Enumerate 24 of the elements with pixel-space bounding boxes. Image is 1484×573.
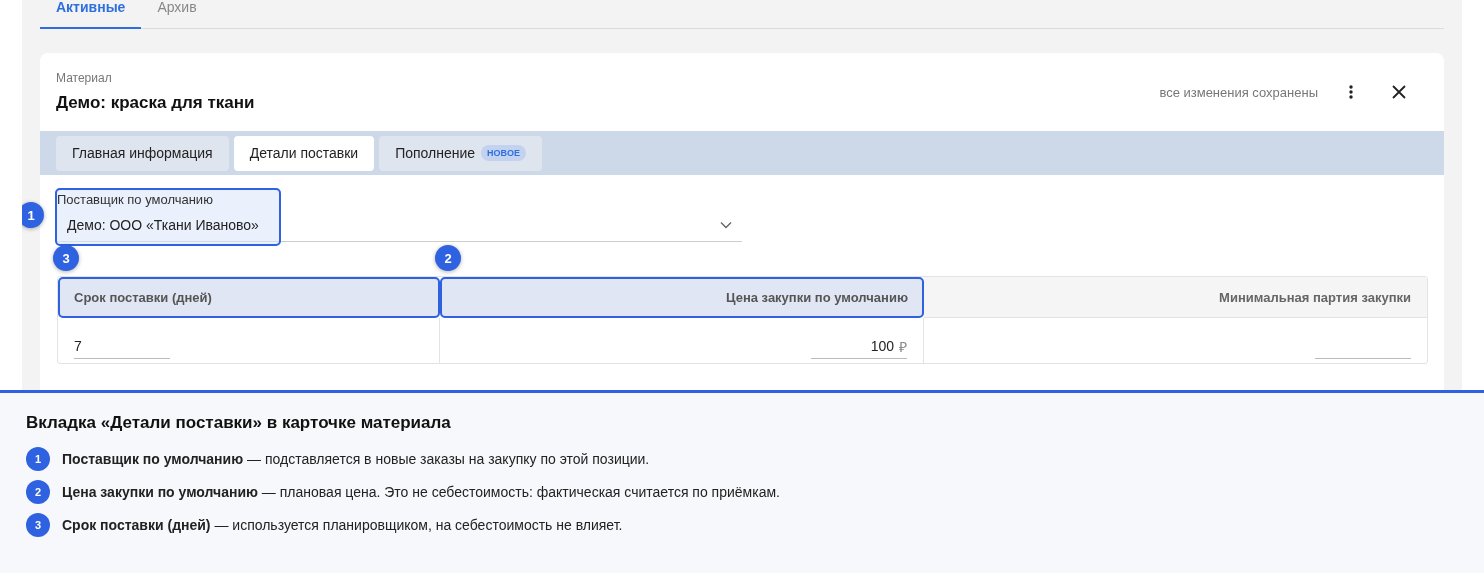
caption-text: Срок поставки (дней) — используется планировщиком, на себестоимость не влияет. xyxy=(62,517,623,533)
caption-text: Поставщик по умолчанию — подставляется в новые заказы на закупку по этой позиции. xyxy=(62,451,650,467)
column-header: Минимальная партия закупки xyxy=(924,277,1427,318)
callout-number: 1 xyxy=(26,447,50,471)
new-badge: НОВОЕ xyxy=(481,145,526,161)
callout-number: 1 xyxy=(22,202,44,228)
save-status: все изменения сохранены xyxy=(1159,84,1318,100)
callout-number: 2 xyxy=(26,480,50,504)
input-field[interactable]: 7 xyxy=(74,334,170,359)
input-field[interactable]: 100 ₽ xyxy=(811,334,907,359)
caption-text: Цена закупки по умолчанию — плановая цена. Это не себестоимость: фактическая считается по приёмкам. xyxy=(62,484,780,500)
callout-number: 3 xyxy=(26,513,50,537)
section-tab[interactable]: Главная информация xyxy=(56,135,229,171)
caption-title: Вкладка «Детали поставки» в карточке материала xyxy=(26,413,452,433)
close-icon[interactable] xyxy=(1392,85,1406,99)
section-tab[interactable]: Детали поставки xyxy=(233,135,375,171)
callout-number: 2 xyxy=(435,245,461,271)
section-tab[interactable]: Пополнение НОВОЕ xyxy=(379,135,542,171)
page-tab[interactable]: Активные xyxy=(40,0,142,29)
chevron-down-icon xyxy=(720,221,732,229)
callout-number: 3 xyxy=(53,245,79,271)
card-overline: Материал xyxy=(56,71,113,85)
card-title: Демо: краска для ткани xyxy=(56,93,256,113)
more-icon[interactable] xyxy=(1348,84,1354,100)
